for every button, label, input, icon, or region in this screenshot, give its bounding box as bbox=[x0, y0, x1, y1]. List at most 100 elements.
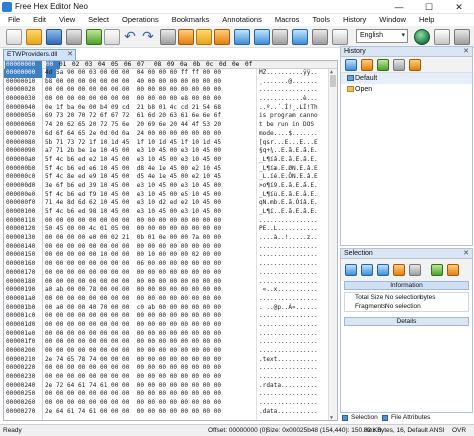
copy-icon[interactable] bbox=[178, 29, 194, 45]
maximize-button[interactable]: ☐ bbox=[414, 0, 444, 14]
select-all-icon[interactable] bbox=[345, 264, 357, 276]
text-row[interactable]: _L¶íâ.E.ã.E.ã.E. bbox=[257, 156, 326, 165]
hex-row[interactable]: 5f 4c 8e ed e9 10 45 00 d5 4e 1e 45 00 e… bbox=[45, 173, 252, 182]
details-header[interactable]: Details bbox=[344, 317, 469, 326]
menu-file[interactable]: File bbox=[0, 14, 25, 26]
text-row[interactable]: is program canno bbox=[257, 112, 326, 121]
text-row[interactable]: _L¶í..E.ã.E.ã.E. bbox=[257, 208, 326, 217]
hex-row[interactable]: 00 a0 00 00 40 70 00 00 c0 ab 00 00 00 0… bbox=[45, 304, 252, 313]
text-row[interactable]: t be run in DOS bbox=[257, 121, 326, 130]
hex-row[interactable]: 74 20 62 65 20 72 75 6e 20 69 6e 20 44 4… bbox=[45, 121, 252, 130]
history-export-icon[interactable] bbox=[409, 59, 421, 71]
hex-row[interactable]: 50 45 00 00 4c 01 05 00 00 00 00 00 00 0… bbox=[45, 225, 252, 234]
text-row[interactable]: ................ bbox=[257, 243, 326, 252]
settings-icon[interactable] bbox=[312, 29, 328, 45]
text-row[interactable]: ................ bbox=[257, 338, 326, 347]
hex-row[interactable]: 00 00 00 00 e0 00 02 21 0b 01 0e 00 00 7… bbox=[45, 234, 252, 243]
history-options-icon[interactable] bbox=[393, 59, 405, 71]
hex-row[interactable]: 6d 6f 64 65 2e 0d 0d 0a 24 00 00 00 00 0… bbox=[45, 130, 252, 139]
edit-icon[interactable] bbox=[214, 29, 230, 45]
find-icon[interactable] bbox=[234, 29, 250, 45]
globe-icon[interactable] bbox=[414, 29, 430, 45]
text-row[interactable]: «..x........... bbox=[257, 286, 326, 295]
hex-editor[interactable]: 00000000 00 01 02 03 04 05 06 07 08 09 0… bbox=[3, 60, 338, 421]
print-icon[interactable] bbox=[86, 29, 102, 45]
text-row[interactable]: ................ bbox=[257, 347, 326, 356]
history-back-icon[interactable] bbox=[345, 59, 357, 71]
hex-row[interactable]: 00 00 00 00 00 00 00 00 00 00 00 00 00 0… bbox=[45, 278, 252, 287]
hex-row[interactable]: 5f 4c b6 ed e2 10 45 00 e3 10 45 00 e3 1… bbox=[45, 156, 252, 165]
text-row[interactable]: mode....$....... bbox=[257, 130, 326, 139]
hex-row[interactable]: 71 4e 8d 6d 62 10 45 00 e3 10 d2 ed e2 1… bbox=[45, 199, 252, 208]
menu-macros[interactable]: Macros bbox=[267, 14, 305, 26]
hex-row[interactable]: 2e 64 61 74 61 00 00 00 00 00 00 00 00 0… bbox=[45, 408, 252, 417]
text-row[interactable]: ................ bbox=[257, 295, 326, 304]
hex-row[interactable]: 2e 72 64 61 74 61 00 00 00 00 00 00 00 0… bbox=[45, 382, 252, 391]
new-file-icon[interactable] bbox=[6, 29, 22, 45]
hex-bytes-area[interactable]: 4d 5a 90 00 03 00 00 00 04 00 00 00 ff f… bbox=[45, 69, 252, 420]
text-row[interactable]: _L¶íæ.E.ØN.E.â.E bbox=[257, 165, 326, 174]
history-bookmark-icon[interactable] bbox=[377, 59, 389, 71]
hex-row[interactable]: 00 00 00 00 00 00 00 00 00 00 00 00 00 0… bbox=[45, 347, 252, 356]
text-row[interactable]: ....à..!.....z.. bbox=[257, 234, 326, 243]
hex-row[interactable]: 00 00 00 00 00 00 00 00 00 00 00 00 00 0… bbox=[45, 243, 252, 252]
text-row[interactable]: ¸.......@....... bbox=[257, 78, 326, 87]
text-row[interactable]: ............è... bbox=[257, 95, 326, 104]
text-row[interactable]: MZ..........ÿÿ.. bbox=[257, 69, 326, 78]
menu-history[interactable]: History bbox=[335, 14, 371, 26]
hex-row[interactable]: 5f 4c b6 ed f9 10 45 00 e3 10 45 00 e5 1… bbox=[45, 191, 252, 200]
replace-icon[interactable] bbox=[272, 29, 288, 45]
tab-selection[interactable]: Selection bbox=[351, 413, 378, 422]
menu-window[interactable]: Window bbox=[371, 14, 411, 26]
text-row[interactable]: .text........... bbox=[257, 356, 326, 365]
hex-row[interactable]: 00 00 00 00 00 00 00 00 00 00 00 00 00 0… bbox=[45, 399, 252, 408]
text-row[interactable]: §q+¾..E.ã.E.ã.E. bbox=[257, 147, 326, 156]
text-area[interactable]: MZ..........ÿÿ.. ¸.......@...............… bbox=[256, 69, 326, 420]
menu-select[interactable]: Select bbox=[80, 14, 114, 26]
open-file-icon[interactable] bbox=[26, 29, 42, 45]
select-copy-icon[interactable] bbox=[431, 264, 443, 276]
vertical-scrollbar[interactable]: ▲ ▼ bbox=[328, 69, 337, 420]
hex-row[interactable]: 00 00 00 00 00 00 00 00 00 00 00 00 00 0… bbox=[45, 295, 252, 304]
hex-row[interactable]: 3e 6f b6 ed 39 10 45 00 e3 10 45 00 e3 1… bbox=[45, 182, 252, 191]
paste-icon[interactable] bbox=[196, 29, 212, 45]
hex-row[interactable]: a0 ab 00 00 78 00 00 00 00 00 00 00 00 0… bbox=[45, 286, 252, 295]
text-row[interactable]: ................ bbox=[257, 321, 326, 330]
select-invert-icon[interactable] bbox=[393, 264, 405, 276]
scroll-down-icon[interactable]: ▼ bbox=[330, 415, 333, 420]
close-button[interactable]: ✕ bbox=[444, 0, 474, 14]
properties-icon[interactable] bbox=[104, 29, 120, 45]
tools-icon[interactable] bbox=[332, 29, 348, 45]
text-row[interactable]: ................ bbox=[257, 260, 326, 269]
text-row[interactable]: ................ bbox=[257, 251, 326, 260]
history-delete-icon[interactable] bbox=[361, 59, 373, 71]
text-row[interactable]: ..º..´.Í!¸.LÍ!Th bbox=[257, 104, 326, 113]
text-row[interactable]: ................ bbox=[257, 217, 326, 226]
menu-help[interactable]: Help bbox=[411, 14, 439, 26]
redo-icon[interactable]: ↷ bbox=[140, 29, 156, 45]
hex-row[interactable]: 00 00 00 00 00 00 00 00 00 00 00 00 00 0… bbox=[45, 217, 252, 226]
hex-row[interactable]: 5f 4c b6 ed e6 10 45 00 d8 4e 1e 45 00 e… bbox=[45, 165, 252, 174]
text-row[interactable]: ................ bbox=[257, 86, 326, 95]
hex-row[interactable]: 00 00 00 00 00 00 00 00 00 00 00 00 00 0… bbox=[45, 86, 252, 95]
text-row[interactable]: _L¶íù.E.ã.E.å.E. bbox=[257, 191, 326, 200]
text-row[interactable]: ................ bbox=[257, 312, 326, 321]
tab-etwproviders[interactable]: ETWProviders.dll ✕ bbox=[3, 49, 76, 60]
text-row[interactable]: _L.íé.E.ÕN.E.â.E bbox=[257, 173, 326, 182]
save-icon[interactable] bbox=[46, 29, 62, 45]
text-row[interactable]: ................ bbox=[257, 364, 326, 373]
close-selection-icon[interactable]: ✕ bbox=[463, 249, 469, 257]
menu-annotations[interactable]: Annotations bbox=[214, 14, 267, 26]
hex-row[interactable]: 00 00 00 00 00 00 00 00 00 00 00 00 00 0… bbox=[45, 373, 252, 382]
text-row[interactable]: ................ bbox=[257, 390, 326, 399]
options-icon[interactable] bbox=[434, 29, 450, 45]
text-row[interactable]: PE..L........... bbox=[257, 225, 326, 234]
text-row[interactable]: . ..@p..À«...... bbox=[257, 304, 326, 313]
save-all-icon[interactable] bbox=[66, 29, 82, 45]
hex-row[interactable]: b8 00 00 00 00 00 00 00 40 00 00 00 00 0… bbox=[45, 78, 252, 87]
hex-row[interactable]: a7 71 2b be 1e 10 45 00 e3 10 45 00 e3 1… bbox=[45, 147, 252, 156]
text-row[interactable]: ................ bbox=[257, 373, 326, 382]
minimize-button[interactable]: — bbox=[384, 0, 414, 14]
hex-row[interactable]: 00 00 00 00 00 00 00 00 00 00 00 00 00 0… bbox=[45, 269, 252, 278]
history-item-open[interactable]: Open bbox=[341, 84, 472, 95]
